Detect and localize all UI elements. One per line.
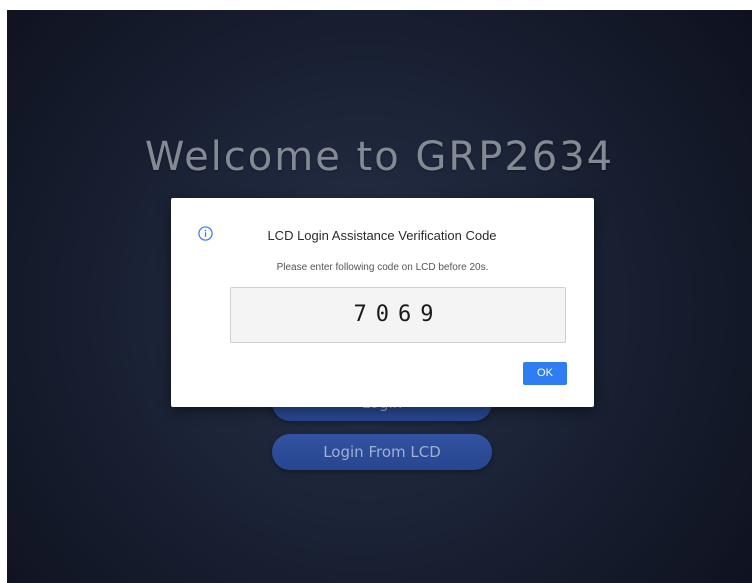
window-frame: Welcome to GRP2634 Login Login From LCD … (0, 0, 752, 583)
info-icon (198, 226, 213, 241)
verification-code-dialog: LCD Login Assistance Verification Code P… (171, 198, 594, 407)
verification-code-display: 7069 (230, 287, 566, 343)
ok-button[interactable]: OK (523, 362, 567, 385)
dialog-title: LCD Login Assistance Verification Code (267, 228, 497, 243)
login-screen: Welcome to GRP2634 Login Login From LCD … (7, 10, 752, 583)
dialog-message: Please enter following code on LCD befor… (276, 262, 489, 273)
